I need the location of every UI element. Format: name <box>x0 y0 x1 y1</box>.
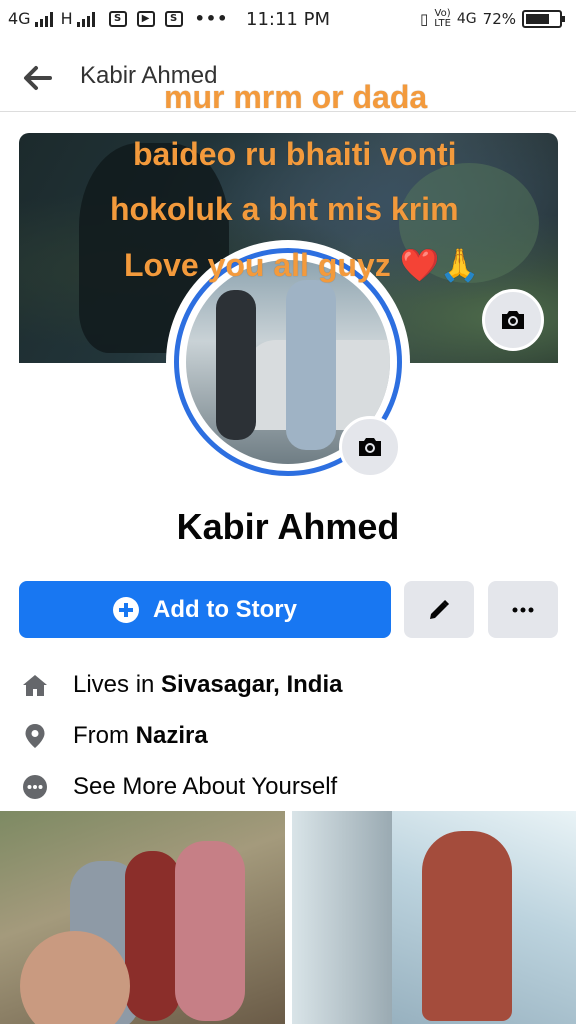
network-type-label: 4G <box>8 9 31 28</box>
location-pin-icon <box>22 723 48 749</box>
status-left: 4G H S ▶ S ••• <box>8 9 228 28</box>
from-text: From Nazira <box>73 722 208 749</box>
photo-thumbnail-1[interactable] <box>0 811 285 1024</box>
signal-icon-2 <box>76 11 95 27</box>
caption-line-4: Love you all guyz ❤️🙏 <box>124 247 480 283</box>
clock: 11:11 PM <box>246 9 330 30</box>
plus-circle-icon <box>113 596 139 623</box>
cover-camera-button[interactable] <box>482 289 544 351</box>
video-notification-icon: ▶ <box>136 10 155 27</box>
caption-line-2: baideo ru bhaiti vonti <box>133 136 457 172</box>
battery-level <box>526 14 549 24</box>
more-dots-icon <box>512 607 534 612</box>
vibrate-icon: ▯ <box>420 10 429 28</box>
info-see-more[interactable]: See More About Yourself <box>0 767 576 807</box>
photo-person <box>422 831 512 1021</box>
caption-line-3: hokoluk a bht mis krim <box>110 191 459 227</box>
avatar-person-right <box>286 280 336 450</box>
see-more-text: See More About Yourself <box>73 773 338 800</box>
volte-label: Vo) LTE <box>434 8 451 29</box>
info-from[interactable]: From Nazira <box>0 716 576 756</box>
signal-icon <box>34 11 53 27</box>
network-4g-label: 4G <box>456 11 477 27</box>
back-arrow-icon[interactable] <box>22 62 54 94</box>
photo-person <box>175 841 245 1021</box>
edit-profile-button[interactable] <box>404 581 474 638</box>
more-notifications-icon: ••• <box>194 9 229 28</box>
more-options-button[interactable] <box>488 581 558 638</box>
add-to-story-button[interactable]: Add to Story <box>19 581 391 638</box>
status-bar: 4G H S ▶ S ••• 11:11 PM ▯ Vo) LTE 4G 72% <box>0 0 576 40</box>
pencil-icon <box>430 599 450 619</box>
photo-person <box>125 851 180 1021</box>
lives-in-text: Lives in Sivasagar, India <box>73 671 343 698</box>
profile-name: Kabir Ahmed <box>176 506 400 547</box>
avatar-person-left <box>216 290 256 440</box>
photo-thumbnail-2[interactable] <box>292 811 576 1024</box>
battery-percent: 72% <box>482 10 516 28</box>
photo-bridge-rail <box>292 811 392 1024</box>
add-to-story-label: Add to Story <box>153 595 297 623</box>
home-icon <box>22 672 48 698</box>
caption-line-1: mur mrm or dada <box>164 79 428 115</box>
camera-icon <box>359 438 381 456</box>
camera-icon <box>502 311 524 329</box>
battery-icon <box>522 10 565 28</box>
dots-circle-icon <box>22 774 48 800</box>
info-lives-in[interactable]: Lives in Sivasagar, India <box>0 665 576 705</box>
s-notification-icon-2: S <box>164 10 183 27</box>
profile-screen: 4G H S ▶ S ••• 11:11 PM ▯ Vo) LTE 4G 72% … <box>0 0 576 1024</box>
h-network-label: H <box>60 9 73 28</box>
status-right: ▯ Vo) LTE 4G 72% <box>420 8 565 29</box>
avatar-camera-button[interactable] <box>339 416 401 478</box>
s-notification-icon: S <box>108 10 127 27</box>
